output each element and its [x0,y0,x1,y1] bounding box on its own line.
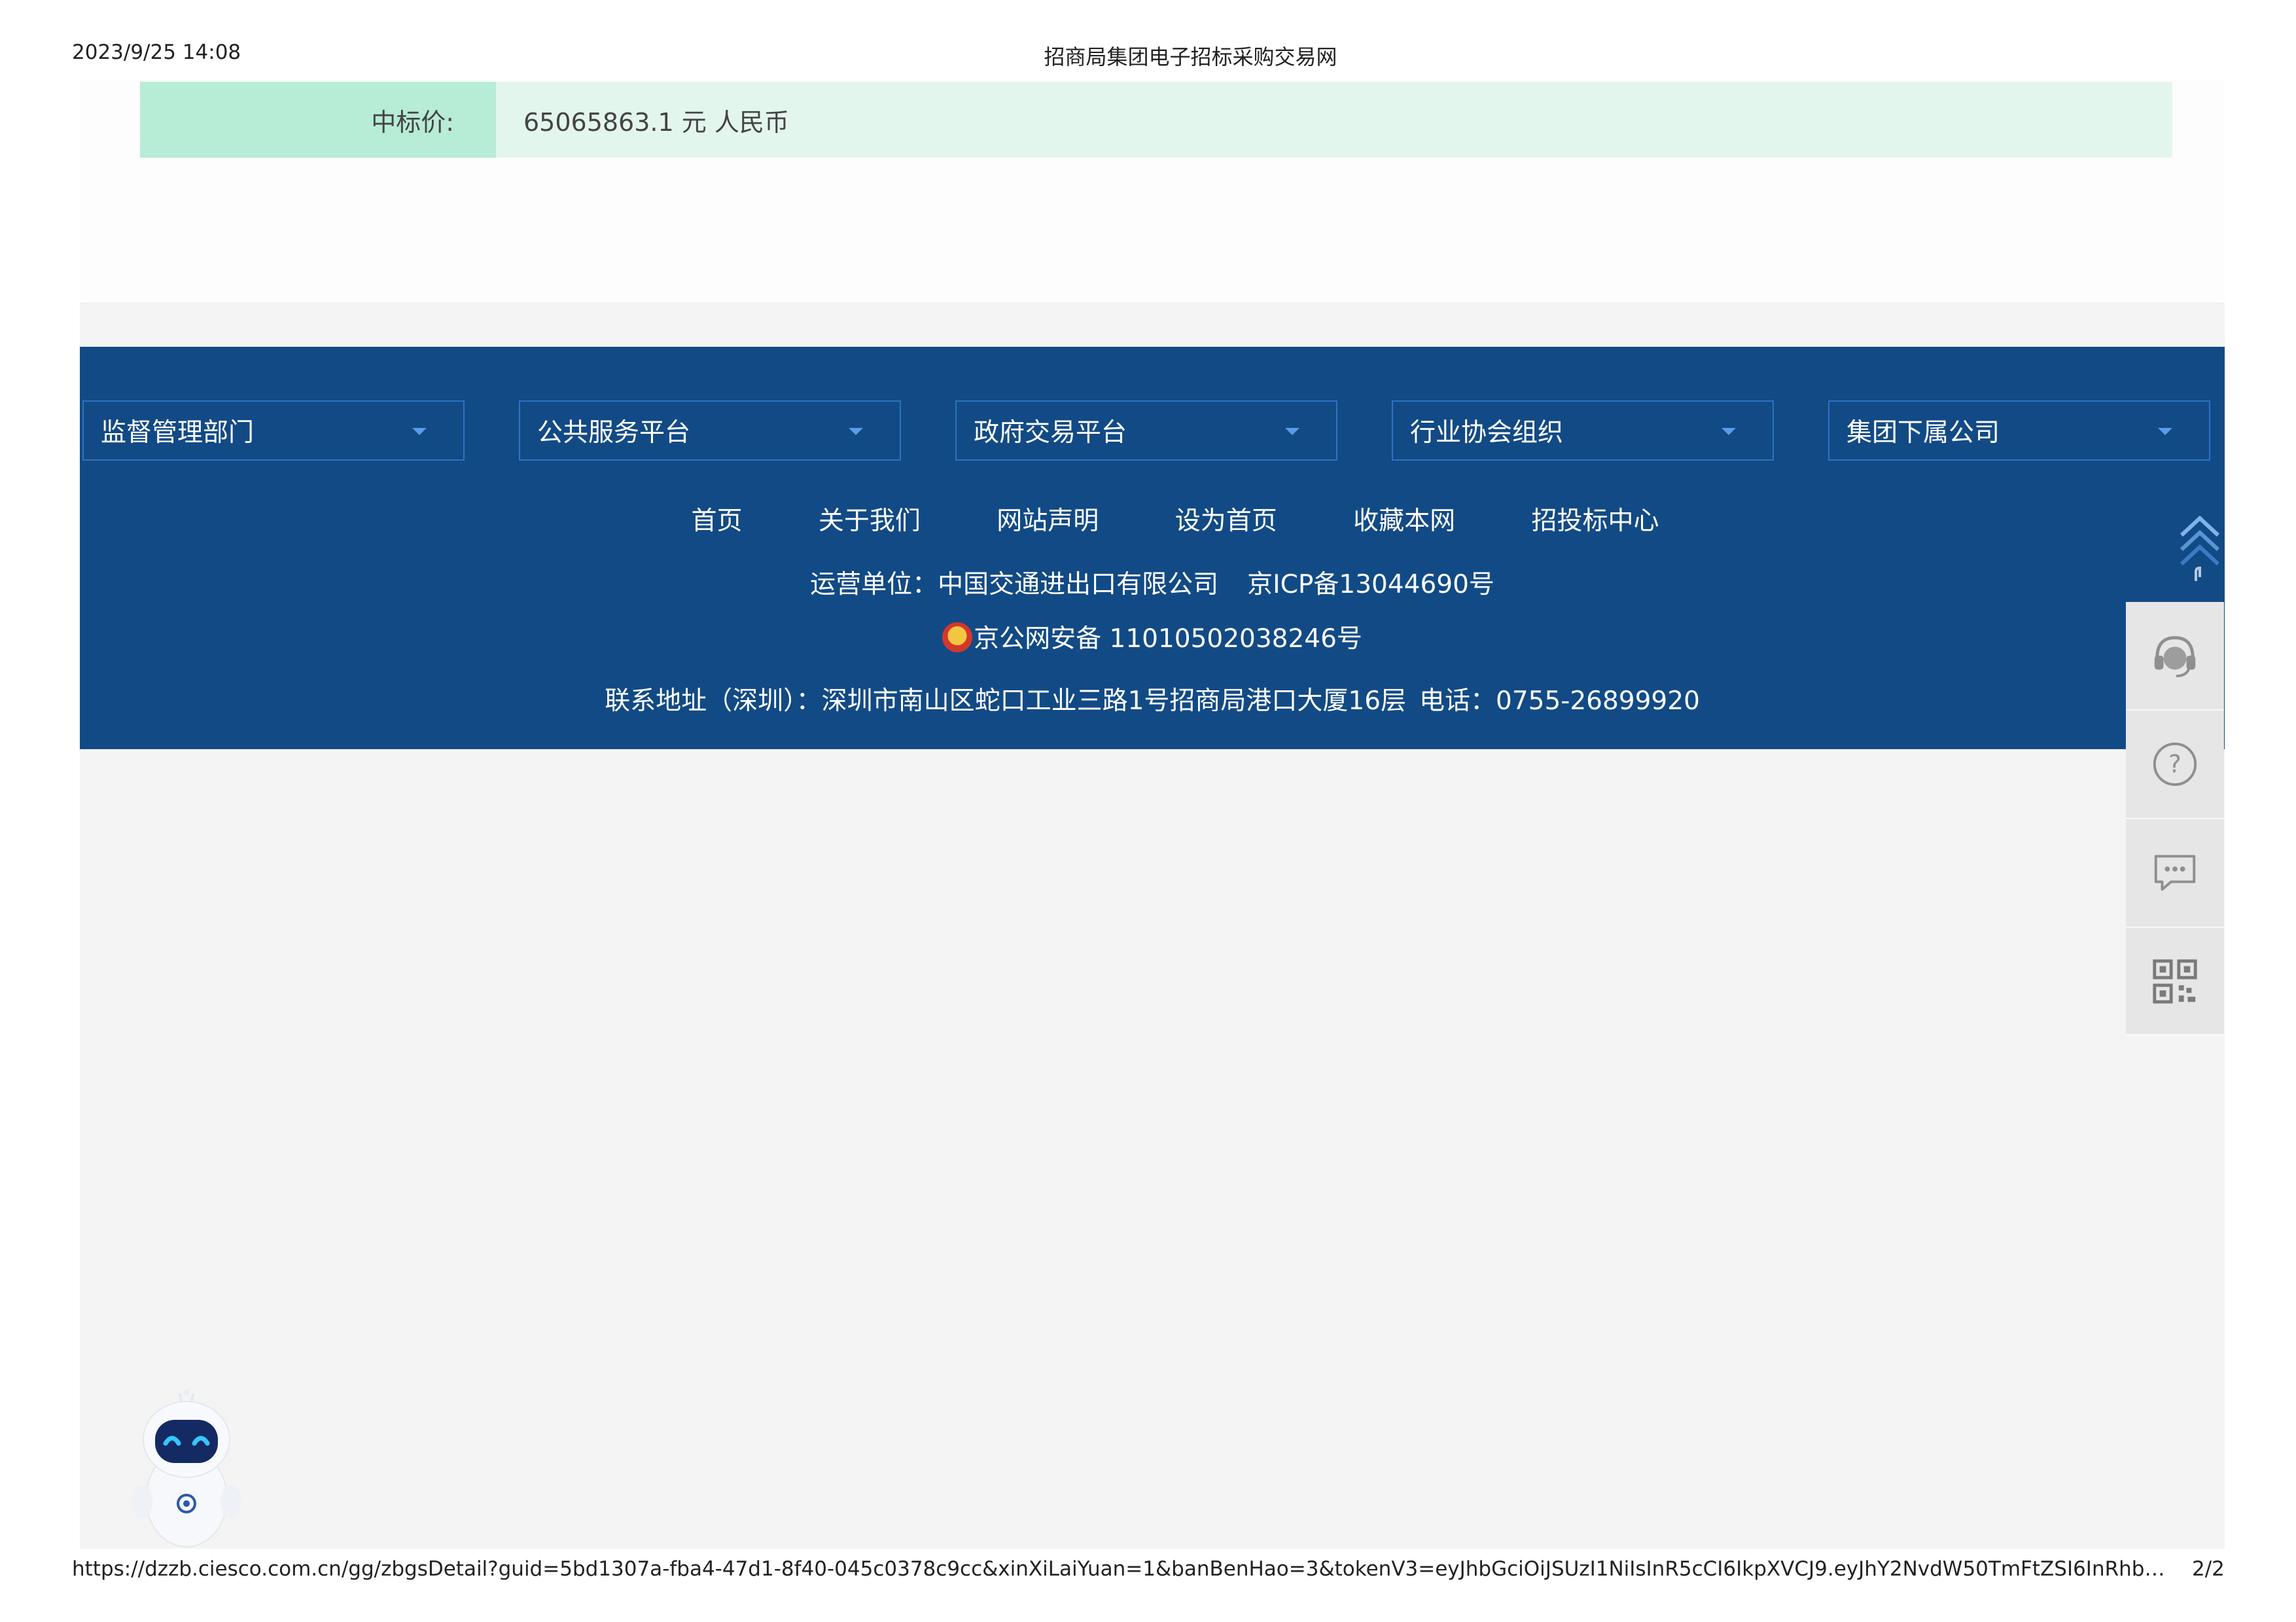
bid-price-value: 65065863.1 元 人民币 [496,82,2172,158]
footer-links: 首页 关于我们 网站声明 设为首页 收藏本网 招投标中心 [80,501,2225,537]
svg-text:?: ? [2168,750,2181,779]
chevron-down-icon [1285,428,1299,435]
chevron-down-icon [412,428,427,435]
dropdown-government-trading-platforms[interactable]: 政府交易平台 [955,400,1337,461]
dropdown-label: 集团下属公司 [1846,418,2000,448]
footer-link-site-statement[interactable]: 网站声明 [997,506,1099,536]
side-toolbar: ? [2126,602,2224,1036]
bid-result-card: 中标价: 65065863.1 元 人民币 [80,80,2225,302]
qr-code-icon [2153,959,2197,1004]
footer-police-record[interactable]: 京公网安备 11010502038246号 [974,624,1362,654]
help-icon: ? [2153,742,2197,786]
print-url: https://dzzb.ciesco.com.cn/gg/zbgsDetail… [72,1557,2166,1581]
message-icon [2154,855,2196,891]
back-to-top-icon[interactable] [2178,509,2222,581]
chevron-down-icon [2158,428,2172,435]
dropdown-label: 公共服务平台 [537,418,691,448]
customer-service-icon [2154,636,2196,678]
dropdown-public-service-platforms[interactable]: 公共服务平台 [519,400,901,461]
footer-phone: 电话：0755-26899920 [1419,686,1700,716]
page-body: 中标价: 65065863.1 元 人民币 监督管理部门 公共服务平台 政府交易… [80,80,2225,1549]
footer-link-bookmark[interactable]: 收藏本网 [1353,506,1455,536]
bid-price-row: 中标价: 65065863.1 元 人民币 [140,82,2172,158]
robot-assistant-icon[interactable] [115,1387,258,1551]
print-page-title: 招商局集团电子招标采购交易网 [1044,44,1337,69]
bid-price-label: 中标价: [140,82,496,158]
message-button[interactable] [2126,819,2224,928]
site-footer: 监督管理部门 公共服务平台 政府交易平台 行业协会组织 集团下属公司 首页 关于… [80,347,2225,749]
qr-code-button[interactable] [2126,928,2224,1036]
dropdown-industry-associations[interactable]: 行业协会组织 [1392,400,1774,461]
footer-link-set-homepage[interactable]: 设为首页 [1175,506,1277,536]
footer-address: 联系地址（深圳）：深圳市南山区蛇口工业三路1号招商局港口大厦16层 [605,686,1407,716]
footer-operator-line: 运营单位：中国交通进出口有限公司 京ICP备13044690号 [80,564,2225,601]
footer-contact-line: 联系地址（深圳）：深圳市南山区蛇口工业三路1号招商局港口大厦16层 电话：0755… [80,680,2225,717]
chevron-down-icon [1722,428,1736,435]
chevron-down-icon [849,428,863,435]
dropdown-label: 政府交易平台 [974,418,1127,448]
dropdown-group-subsidiaries[interactable]: 集团下属公司 [1828,400,2210,461]
help-button[interactable]: ? [2126,711,2224,819]
footer-police-line: 京公网安备 11010502038246号 [80,618,2225,655]
footer-operator: 运营单位：中国交通进出口有限公司 [810,570,1219,599]
dropdown-label: 行业协会组织 [1410,418,1564,448]
police-badge-icon [942,622,973,652]
dropdown-supervision-departments[interactable]: 监督管理部门 [82,400,465,461]
footer-link-bidding-center[interactable]: 招投标中心 [1532,506,1659,536]
footer-link-home[interactable]: 首页 [691,506,742,536]
footer-link-about-us[interactable]: 关于我们 [819,506,921,536]
dropdown-label: 监督管理部门 [101,418,255,448]
print-page-number: 2/2 [2192,1557,2225,1581]
customer-service-button[interactable] [2126,602,2224,711]
footer-dropdown-row: 监督管理部门 公共服务平台 政府交易平台 行业协会组织 集团下属公司 [82,400,2222,463]
footer-icp-link[interactable]: 京ICP备13044690号 [1247,570,1494,599]
